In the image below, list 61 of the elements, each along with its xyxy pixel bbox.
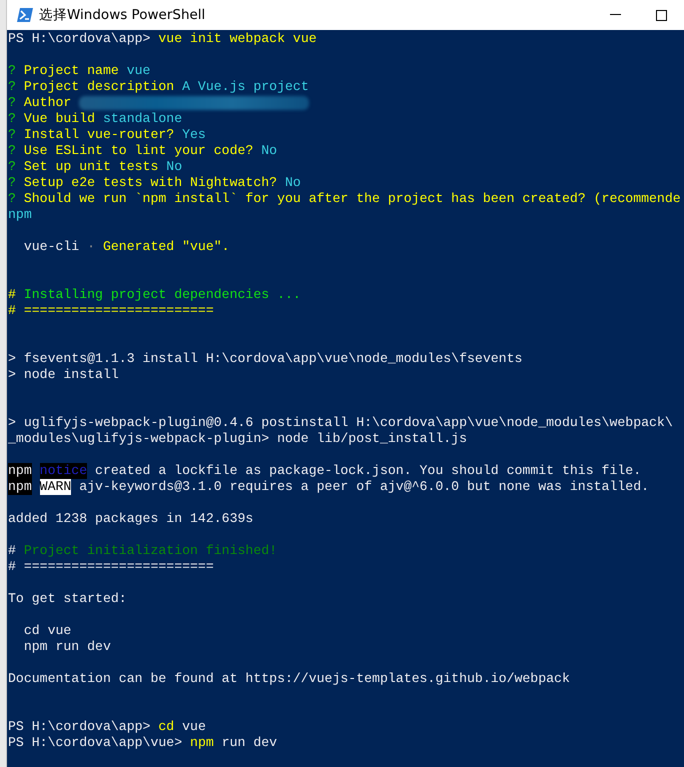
terminal-text: # [8,543,17,559]
terminal-text: Use ESLint to lint your code? [24,143,254,159]
terminal-text: vue-cli [22,239,80,255]
terminal-text: vue [181,719,206,735]
terminal-text: Generated "vue". [102,239,230,255]
terminal-text: Project description [24,79,176,95]
terminal-text: Author [24,95,72,111]
terminal-text: cd [158,719,174,735]
log-level-label: npm [8,463,32,479]
terminal-text: Project initialization finished! [24,543,278,559]
terminal-text: vue [126,63,150,79]
maximize-icon [656,10,666,20]
minimize-icon [610,14,620,16]
terminal-text: ? [8,79,17,95]
terminal-text: npm [190,735,214,751]
terminal-text: # ======================== [8,559,214,575]
terminal-text: PS H:\cordova\app> [8,719,152,735]
terminal-text: run dev [220,735,278,751]
powershell-icon [17,8,33,22]
terminal-text: # [8,287,17,303]
terminal-text: Vue build [24,111,96,127]
terminal-text: Project name [24,63,120,79]
terminal-text: Set up unit tests [24,159,160,175]
terminal-text: · [87,239,96,255]
log-level-label: npm [8,479,32,495]
terminal-text: cd vue [22,623,72,639]
terminal-text: npm [8,207,32,223]
terminal-text: Installing project dependencies ... [24,287,301,303]
terminal-text: npm run dev [22,639,111,655]
terminal-text: standalone [102,111,182,127]
terminal-text: > node install [8,367,119,383]
terminal-text: > fsevents@1.1.3 install H:\cordova\app\vue\node_modules\fsevents [8,351,522,367]
terminal-text: _modules\uglifyjs-webpack-plugin> node lib/post_install.js [8,431,467,447]
log-level-label: notice [40,463,88,479]
terminal-text: > uglifyjs-webpack-plugin@0.4.6 postinstall H:\cordova\app\vue\node_modules\webpack\ [8,415,673,431]
terminal-text: ? [8,175,17,191]
terminal-text: Documentation can be found at https://vuejs-templates.github.io/webpack [8,671,570,687]
window-title: 选择Windows PowerShell [39,6,206,24]
terminal-text: ? [8,127,17,143]
terminal-text: created a lockfile as package-lock.json. You should commit this file. [94,463,642,479]
terminal-text: No [284,175,301,191]
terminal-text: PS H:\cordova\app> [8,31,152,47]
terminal-text: Should we run `npm install` for you after the project has been created? (recommende [24,191,681,207]
terminal-text: PS H:\cordova\app\vue> [8,735,184,751]
terminal-text: ? [8,63,17,79]
terminal-text: Setup e2e tests with Nightwatch? [24,175,278,191]
terminal-text: added 1238 packages in 142.639s [8,511,254,527]
terminal-text: Yes [182,127,206,143]
terminal-text: ajv-keywords@3.1.0 requires a peer of ajv@^6.0.0 but none was installed. [78,479,650,495]
terminal-text: vue init webpack vue [158,31,317,47]
terminal-text: ? [8,191,17,207]
terminal-text: ? [8,143,17,159]
terminal-text: Install vue-router? [24,127,176,143]
terminal-text: To get started: [8,591,127,607]
terminal-text: ? [8,159,17,175]
terminal-text: No [261,143,278,159]
terminal-text: # ======================== [8,303,214,319]
terminal-text: ? [8,95,17,111]
terminal-text: No [166,159,182,175]
terminal-text: A Vue.js project [182,79,309,95]
terminal-text: ? [8,111,17,127]
